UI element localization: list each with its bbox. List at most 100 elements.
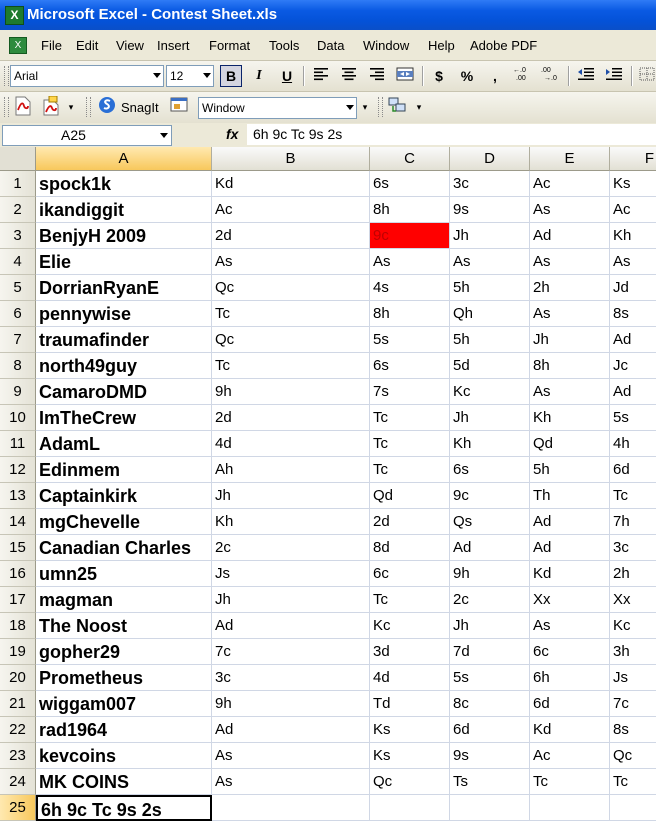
row-header[interactable]: 16 — [0, 561, 36, 587]
card-cell[interactable]: Tc — [212, 353, 370, 379]
column-header-f[interactable]: F — [610, 147, 656, 171]
card-cell[interactable]: Ad — [212, 613, 370, 639]
card-cell[interactable]: Tc — [370, 431, 450, 457]
card-cell[interactable]: 4d — [370, 665, 450, 691]
player-name-cell[interactable]: mgChevelle — [36, 509, 212, 535]
comma-style-button[interactable]: , — [484, 65, 506, 87]
player-name-cell[interactable]: Elie — [36, 249, 212, 275]
snagit-button-label[interactable]: SnagIt — [121, 100, 159, 115]
player-name-cell[interactable]: wiggam007 — [36, 691, 212, 717]
decrease-indent-icon[interactable] — [575, 65, 597, 87]
menu-insert[interactable]: Insert — [157, 38, 190, 53]
menu-help[interactable]: Help — [428, 38, 455, 53]
card-cell[interactable]: 8h — [370, 301, 450, 327]
card-cell[interactable]: Qd — [370, 483, 450, 509]
card-cell[interactable]: 3d — [370, 639, 450, 665]
card-cell[interactable]: Ad — [450, 535, 530, 561]
toolbar-grip[interactable] — [4, 97, 9, 117]
card-cell[interactable]: 7h — [610, 509, 656, 535]
player-name-cell[interactable]: CamaroDMD — [36, 379, 212, 405]
card-cell[interactable]: Kh — [212, 509, 370, 535]
toolbar-grip[interactable] — [4, 66, 9, 86]
card-cell[interactable]: As — [530, 197, 610, 223]
row-header[interactable]: 19 — [0, 639, 36, 665]
card-cell[interactable]: 5h — [530, 457, 610, 483]
card-cell[interactable]: 2d — [212, 405, 370, 431]
row-header[interactable]: 20 — [0, 665, 36, 691]
card-cell[interactable] — [610, 795, 656, 821]
column-header-e[interactable]: E — [530, 147, 610, 171]
card-cell[interactable]: 8d — [370, 535, 450, 561]
toolbar-grip[interactable] — [86, 97, 91, 117]
card-cell[interactable]: Jc — [610, 353, 656, 379]
align-center-icon[interactable] — [338, 65, 360, 87]
card-cell[interactable]: Tc — [212, 301, 370, 327]
row-header[interactable]: 17 — [0, 587, 36, 613]
network-share-icon[interactable] — [386, 96, 408, 118]
card-cell[interactable]: As — [530, 301, 610, 327]
row-header[interactable]: 22 — [0, 717, 36, 743]
card-cell[interactable]: 4d — [212, 431, 370, 457]
card-cell[interactable]: Kc — [370, 613, 450, 639]
toolbar-options-chevron-icon[interactable]: ▾ — [64, 96, 78, 118]
card-cell[interactable]: 6c — [530, 639, 610, 665]
card-cell[interactable]: 6d — [450, 717, 530, 743]
card-cell[interactable]: Tc — [370, 457, 450, 483]
player-name-cell[interactable]: pennywise — [36, 301, 212, 327]
card-cell[interactable]: As — [530, 379, 610, 405]
card-cell[interactable]: Ks — [370, 743, 450, 769]
card-cell[interactable]: 6h — [530, 665, 610, 691]
card-cell[interactable]: Kh — [450, 431, 530, 457]
card-cell[interactable]: As — [530, 613, 610, 639]
card-cell[interactable]: Qc — [212, 275, 370, 301]
card-cell[interactable]: Jh — [450, 223, 530, 249]
card-cell[interactable]: Ah — [212, 457, 370, 483]
card-cell[interactable]: 6s — [370, 353, 450, 379]
card-cell[interactable]: 2c — [212, 535, 370, 561]
menu-file[interactable]: File — [41, 38, 62, 53]
card-cell[interactable]: 9c — [450, 483, 530, 509]
card-cell[interactable] — [370, 795, 450, 821]
card-cell[interactable]: As — [530, 249, 610, 275]
card-cell[interactable]: 6d — [530, 691, 610, 717]
toolbar-options-chevron-icon[interactable]: ▾ — [358, 96, 372, 118]
card-cell[interactable]: Qd — [530, 431, 610, 457]
card-cell[interactable]: Ad — [610, 379, 656, 405]
card-cell[interactable]: As — [610, 249, 656, 275]
card-cell[interactable]: 9c — [370, 223, 450, 249]
row-header[interactable]: 8 — [0, 353, 36, 379]
card-cell[interactable] — [212, 795, 370, 821]
increase-decimal-icon[interactable]: ←.0.00 — [512, 65, 534, 87]
row-header[interactable]: 1 — [0, 171, 36, 197]
card-cell[interactable]: Ac — [212, 197, 370, 223]
card-cell[interactable]: Ad — [610, 327, 656, 353]
card-cell[interactable]: As — [450, 249, 530, 275]
player-name-cell[interactable]: AdamL — [36, 431, 212, 457]
player-name-cell[interactable]: DorrianRyanE — [36, 275, 212, 301]
card-cell[interactable]: Xx — [610, 587, 656, 613]
card-cell[interactable]: Kh — [530, 405, 610, 431]
card-cell[interactable] — [530, 795, 610, 821]
row-header[interactable]: 18 — [0, 613, 36, 639]
card-cell[interactable]: Kd — [212, 171, 370, 197]
row-header[interactable]: 21 — [0, 691, 36, 717]
menu-format[interactable]: Format — [209, 38, 250, 53]
card-cell[interactable]: 5s — [370, 327, 450, 353]
player-name-cell[interactable]: kevcoins — [36, 743, 212, 769]
card-cell[interactable]: 9h — [450, 561, 530, 587]
card-cell[interactable]: 6d — [610, 457, 656, 483]
insert-function-icon[interactable]: fx — [226, 126, 238, 142]
card-cell[interactable]: 9h — [212, 379, 370, 405]
card-cell[interactable]: 5h — [450, 327, 530, 353]
card-cell[interactable]: 8h — [370, 197, 450, 223]
menu-edit[interactable]: Edit — [76, 38, 98, 53]
underline-button[interactable]: U — [276, 65, 298, 87]
player-name-cell[interactable]: magman — [36, 587, 212, 613]
player-name-cell[interactable]: umn25 — [36, 561, 212, 587]
card-cell[interactable]: Tc — [530, 769, 610, 795]
player-name-cell[interactable]: Captainkirk — [36, 483, 212, 509]
card-cell[interactable]: 3h — [610, 639, 656, 665]
card-cell[interactable]: Qh — [450, 301, 530, 327]
player-name-cell[interactable]: Prometheus — [36, 665, 212, 691]
font-size-combo[interactable]: 12 — [166, 65, 214, 87]
